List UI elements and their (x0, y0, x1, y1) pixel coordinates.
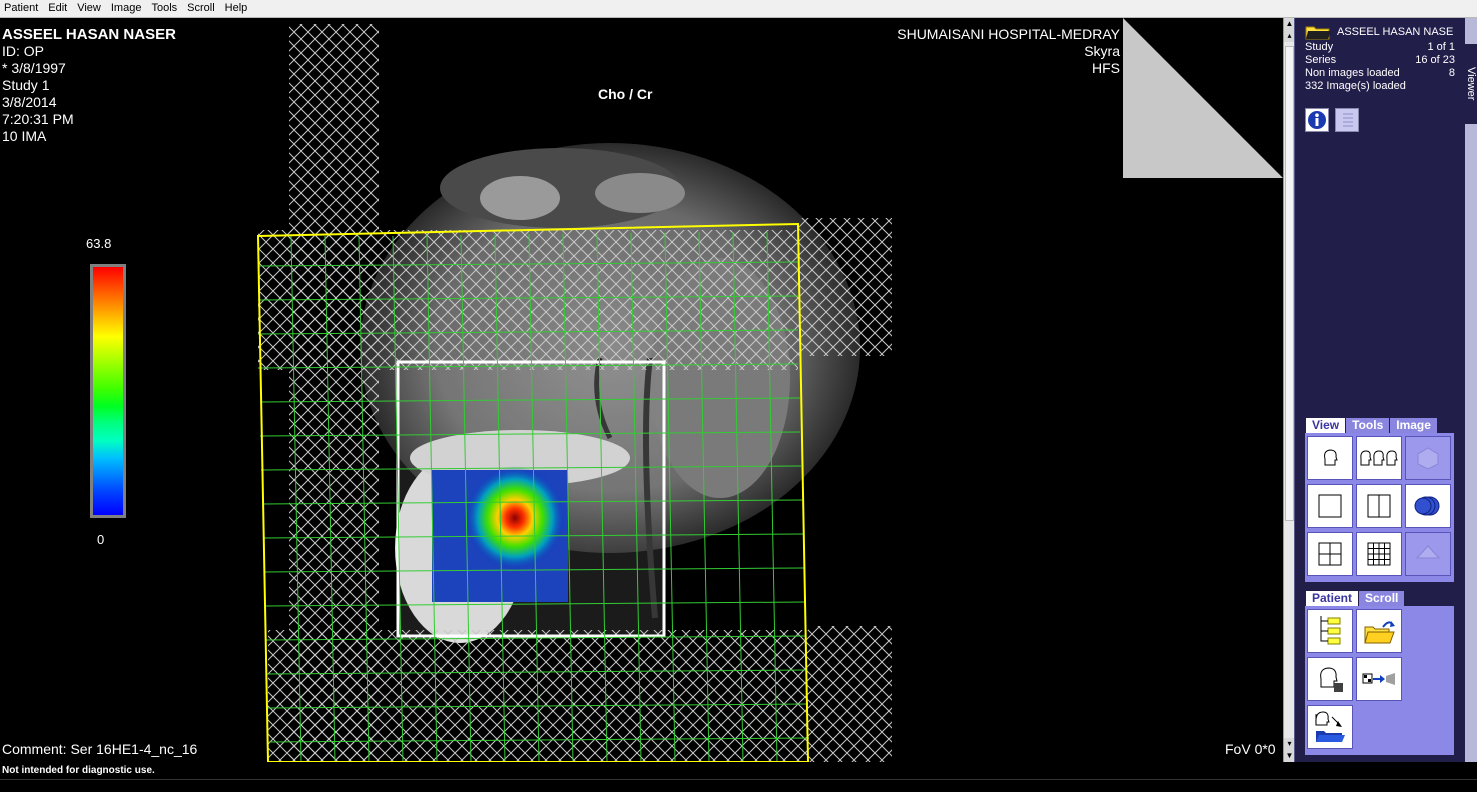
mri-image (256, 24, 892, 762)
colorbar-min: 0 (97, 532, 105, 547)
patient-position: HFS (1092, 60, 1120, 76)
status-message: Not intended for diagnostic use. (2, 765, 155, 776)
tab-tools[interactable]: Tools (1346, 418, 1390, 433)
tab-scroll[interactable]: Scroll (1359, 591, 1405, 606)
info-non-images-label: Non images loaded (1305, 67, 1400, 79)
folder-open-icon (1364, 621, 1395, 644)
menu-patient[interactable]: Patient (0, 0, 43, 17)
tab-image[interactable]: Image (1390, 418, 1437, 433)
layout-1x1-icon (1318, 494, 1342, 518)
info-icon (1308, 111, 1326, 129)
tool-tabs: View Tools Image (1306, 418, 1438, 433)
folder-icon (1305, 26, 1331, 40)
side-tab-strip: Viewer (1465, 18, 1477, 762)
cube-icon (1417, 447, 1439, 470)
menu-tools[interactable]: Tools (146, 0, 182, 17)
save-image-button[interactable] (1307, 657, 1353, 701)
study-label: Study 1 (2, 77, 50, 93)
colorbar-max: 63.8 (86, 236, 112, 251)
series-comment: Comment: Ser 16HE1-4_nc_16 (2, 741, 198, 757)
study-time: 7:20:31 PM (2, 111, 74, 127)
info-images-loaded: 332 Image(s) loaded (1305, 80, 1406, 92)
export-button[interactable] (1307, 705, 1353, 749)
3d-view-button[interactable] (1405, 436, 1451, 480)
patient-browser-button[interactable] (1307, 609, 1353, 653)
colorbar (90, 264, 126, 518)
menu-image[interactable]: Image (106, 0, 147, 17)
info-button[interactable] (1305, 108, 1329, 132)
menu-edit[interactable]: Edit (43, 0, 72, 17)
single-view-button[interactable] (1307, 436, 1353, 480)
patient-dob: * 3/8/1997 (2, 60, 66, 76)
heads-icon (1360, 450, 1398, 466)
menu-bar: Patient Edit View Image Tools Scroll Hel… (0, 0, 1477, 18)
hospital-name: SHUMAISANI HOSPITAL-MEDRAY (897, 26, 1120, 42)
multi-view-button[interactable] (1356, 436, 1402, 480)
layout-1x1-button[interactable] (1307, 484, 1353, 528)
export-folder-icon (1315, 711, 1345, 742)
layout-1x2-button[interactable] (1356, 484, 1402, 528)
patient-tabs: Patient Scroll (1306, 591, 1405, 606)
status-bar: Not intended for diagnostic use. (0, 762, 1477, 792)
list-icon (1343, 113, 1353, 127)
status-divider (0, 779, 1477, 780)
tree-list-icon (1320, 616, 1341, 645)
tab-view[interactable]: View (1306, 418, 1346, 433)
layout-1x2-icon (1367, 494, 1391, 518)
view-toolbox (1305, 433, 1454, 582)
transfer-icon (1362, 673, 1395, 685)
head-save-icon (1320, 667, 1343, 692)
info-series-label: Series (1305, 54, 1337, 66)
info-study-label: Study (1305, 41, 1334, 53)
scanner-model: Skyra (1084, 43, 1120, 59)
tab-patient[interactable]: Patient (1306, 591, 1359, 606)
menu-scroll[interactable]: Scroll (182, 0, 220, 17)
fov-readout: FoV 0*0 (1225, 741, 1276, 757)
colorbar-gradient (93, 267, 123, 515)
layout-grid-icon (1367, 542, 1391, 566)
info-patient-name: ASSEEL HASAN NASE (1337, 25, 1454, 38)
study-info: ASSEEL HASAN NASE Study 1 of 1 Series 16 o… (1305, 24, 1455, 93)
list-button[interactable] (1335, 108, 1359, 132)
stack-view-button[interactable] (1405, 484, 1451, 528)
institution-overlay: SHUMAISANI HOSPITAL-MEDRAY Skyra HFS (897, 26, 1120, 77)
head-icon (1324, 449, 1338, 466)
study-date: 3/8/2014 (2, 94, 57, 110)
patient-name: ASSEEL HASAN NASER (2, 26, 176, 43)
mpr-view-button[interactable] (1405, 532, 1451, 576)
viewer-tab[interactable]: Viewer (1465, 44, 1477, 124)
menu-help[interactable]: Help (220, 0, 253, 17)
info-series-value: 16 of 23 (1415, 54, 1455, 66)
layout-2x2-icon (1318, 542, 1342, 566)
image-number: 10 IMA (2, 128, 47, 144)
load-series-button[interactable] (1356, 609, 1402, 653)
info-study-value: 1 of 1 (1427, 41, 1455, 53)
mpr-icon (1415, 545, 1441, 559)
layout-grid-button[interactable] (1356, 532, 1402, 576)
scrollbar-thumb[interactable] (1285, 46, 1294, 521)
menu-view[interactable]: View (72, 0, 106, 17)
map-title: Cho / Cr (598, 86, 653, 102)
patient-overlay: ASSEEL HASAN NASER ID: OP * 3/8/1997 Stu… (2, 26, 176, 145)
orientation-triangle (1123, 18, 1283, 178)
stack-heads-icon (1414, 496, 1440, 516)
transfer-button[interactable] (1356, 657, 1402, 701)
image-viewport[interactable]: ASSEEL HASAN NASER ID: OP * 3/8/1997 Stu… (0, 18, 1283, 762)
info-non-images-value: 8 (1448, 67, 1455, 79)
patient-id: ID: OP (2, 43, 45, 59)
patient-toolbox (1305, 606, 1454, 755)
layout-2x2-button[interactable] (1307, 532, 1353, 576)
